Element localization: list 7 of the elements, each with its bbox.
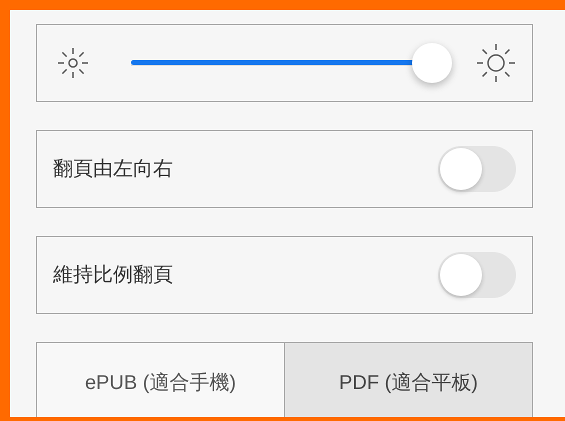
setting-label: 維持比例翻頁 — [53, 263, 173, 288]
format-segment[interactable]: PDF (適合平板) — [284, 343, 532, 417]
bright-sun-icon — [476, 43, 516, 83]
toggle-switch[interactable] — [438, 146, 516, 192]
setting-label: 翻頁由左向右 — [53, 157, 173, 182]
toggle-switch[interactable] — [438, 252, 516, 298]
slider-thumb[interactable] — [412, 43, 452, 83]
